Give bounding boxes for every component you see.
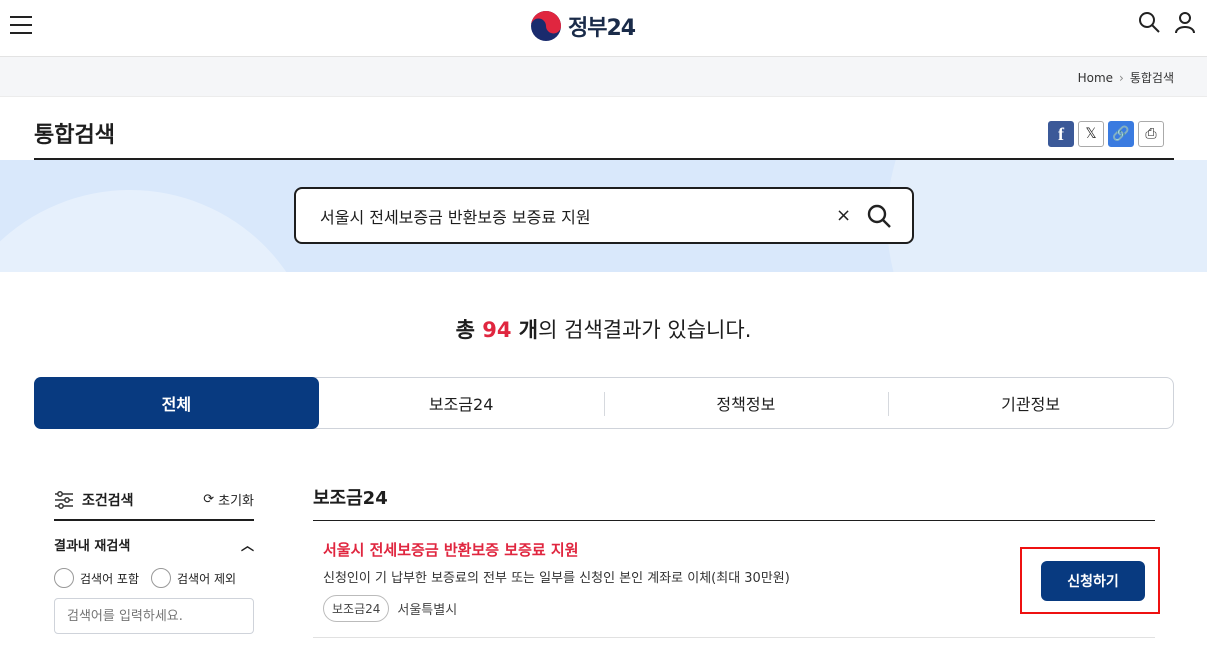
reset-button[interactable]: ⟳ 초기화 xyxy=(203,490,254,509)
filter-sliders-icon xyxy=(55,490,73,509)
logo-text: 정부24 xyxy=(568,16,636,41)
breadcrumb-home[interactable]: Home xyxy=(1078,71,1113,85)
include-keyword-radio[interactable]: 검색어 포함 xyxy=(54,568,139,588)
user-icon[interactable] xyxy=(1173,10,1197,34)
result-unit: 개 xyxy=(511,318,539,342)
search-icon[interactable] xyxy=(1137,10,1161,34)
chevron-right-icon: › xyxy=(1119,70,1124,85)
radio-circle-icon xyxy=(151,568,172,588)
result-prefix: 총 xyxy=(455,318,483,342)
clear-icon[interactable]: × xyxy=(836,205,851,226)
category-tabs: 전체 보조금24 정책정보 기관정보 xyxy=(34,377,1174,429)
logo[interactable]: 정부24 xyxy=(530,9,636,43)
search-box: × xyxy=(294,187,914,244)
list-item: 서울시 전세보증금 반환보증 보증료 지원 신청인이 기 납부한 보증료의 전부… xyxy=(313,521,1160,638)
search-submit-icon[interactable] xyxy=(866,203,892,229)
top-bar: 정부24 xyxy=(0,0,1207,57)
reset-label: 초기화 xyxy=(218,494,254,509)
x-icon[interactable]: 𝕏 xyxy=(1078,121,1104,147)
exclude-label: 검색어 제외 xyxy=(177,571,237,586)
taegeuk-logo-icon xyxy=(531,11,561,41)
include-label: 검색어 포함 xyxy=(80,571,140,586)
tab-subsidy24[interactable]: 보조금24 xyxy=(319,378,604,428)
filter-sidebar: 조건검색 ⟳ 초기화 결과내 재검색 ︿ 검색어 포함 검색어 제외 xyxy=(54,480,254,634)
result-suffix: 의 검색결과가 있습니다. xyxy=(538,318,752,342)
tab-policy-info[interactable]: 정책정보 xyxy=(603,378,889,428)
radio-circle-icon xyxy=(54,568,74,588)
page-title: 통합검색 xyxy=(34,123,115,148)
item-description: 신청인이 기 납부한 보증료의 전부 또는 일부를 신청인 본인 계좌로 이체(… xyxy=(323,571,790,586)
link-icon[interactable]: 🔗 xyxy=(1108,121,1134,147)
apply-button[interactable]: 신청하기 xyxy=(1041,561,1145,601)
menu-icon[interactable] xyxy=(10,16,32,36)
facebook-icon[interactable]: f xyxy=(1048,121,1074,147)
print-icon[interactable]: ⎙ xyxy=(1138,121,1164,147)
breadcrumb: Home › 통합검색 xyxy=(1078,69,1174,86)
item-title[interactable]: 서울시 전세보증금 반환보증 보증료 지원 xyxy=(323,539,579,560)
exclude-keyword-radio[interactable]: 검색어 제외 xyxy=(151,568,236,588)
breadcrumb-bar: Home › 통합검색 xyxy=(0,57,1207,97)
title-row: 통합검색 f 𝕏 🔗 ⎙ xyxy=(34,97,1174,160)
chevron-up-icon[interactable]: ︿ xyxy=(241,535,254,554)
refresh-icon: ⟳ xyxy=(203,492,215,507)
result-count: 총 94 개의 검색결과가 있습니다. xyxy=(0,314,1207,344)
result-number: 94 xyxy=(482,318,512,342)
condition-search-title: 조건검색 xyxy=(82,492,134,509)
search-input[interactable] xyxy=(320,203,820,229)
section-title: 보조금24 xyxy=(313,480,1155,521)
agency-name: 서울특별시 xyxy=(397,603,458,618)
tab-agency-info[interactable]: 기관정보 xyxy=(888,378,1173,428)
category-badge: 보조금24 xyxy=(323,595,390,622)
refine-search-title: 결과내 재검색 xyxy=(54,539,131,554)
search-hero: × xyxy=(0,160,1207,272)
share-buttons: f 𝕏 🔗 ⎙ xyxy=(1048,121,1164,147)
refine-search-input[interactable] xyxy=(54,598,254,634)
highlight-box: 신청하기 xyxy=(1020,547,1160,614)
breadcrumb-current[interactable]: 통합검색 xyxy=(1130,69,1174,86)
tab-all[interactable]: 전체 xyxy=(34,377,319,429)
results-main: 보조금24 서울시 전세보증금 반환보증 보증료 지원 신청인이 기 납부한 보… xyxy=(313,480,1160,638)
